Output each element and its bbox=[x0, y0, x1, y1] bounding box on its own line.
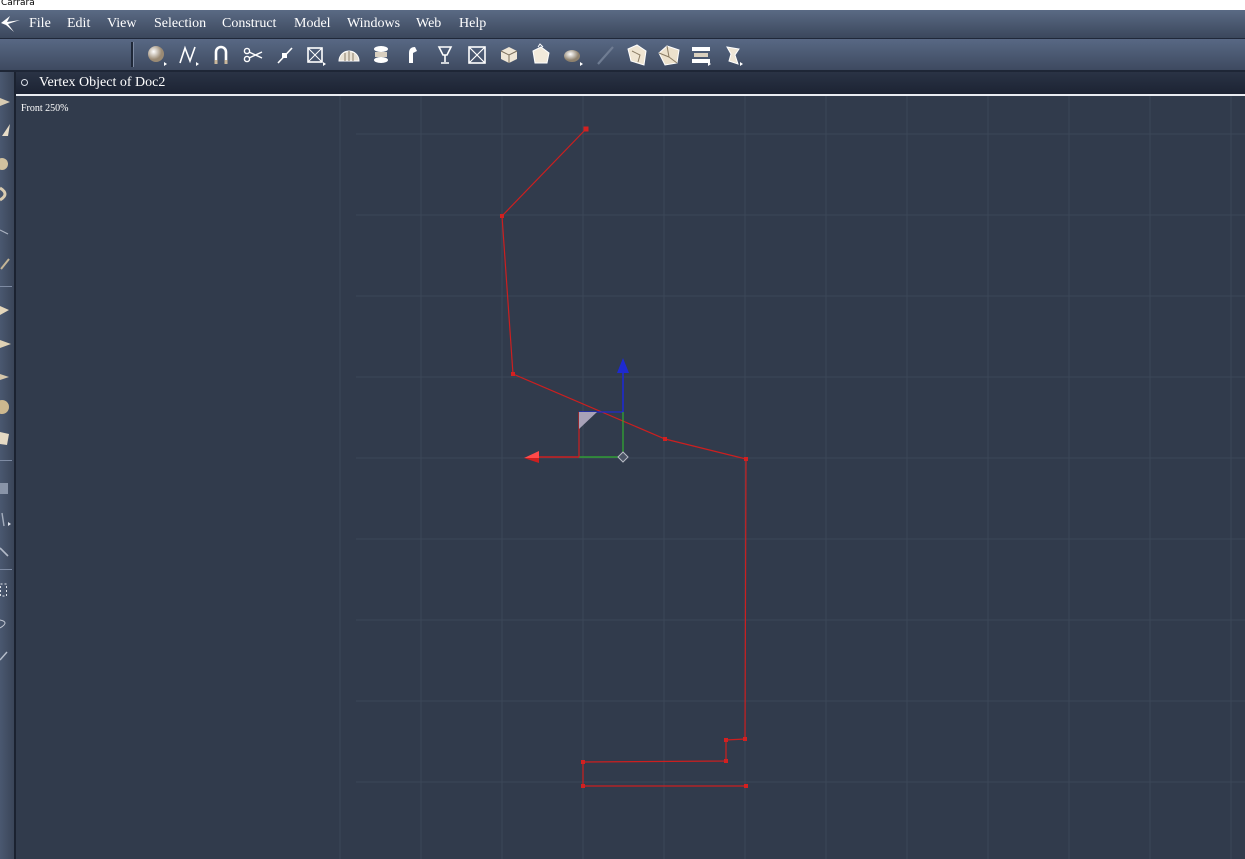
left-strip-separator bbox=[0, 569, 12, 570]
pointer-tool-icon[interactable] bbox=[0, 224, 12, 240]
sphere-tool-icon[interactable] bbox=[0, 398, 12, 414]
vertex[interactable] bbox=[744, 457, 748, 461]
vertex[interactable] bbox=[511, 372, 515, 376]
document-window-title-bar[interactable]: Vertex Object of Doc2 bbox=[16, 72, 1245, 96]
left-strip-separator bbox=[0, 460, 12, 461]
os-title-text: Carrara bbox=[1, 0, 35, 8]
gizmo-plane-handle[interactable] bbox=[579, 412, 597, 429]
gizmo-center-handle-icon[interactable] bbox=[617, 451, 629, 463]
menu-view[interactable]: View bbox=[107, 16, 136, 32]
scale-tool-icon[interactable] bbox=[0, 156, 12, 172]
spline-icon[interactable] bbox=[177, 43, 201, 67]
vertex[interactable] bbox=[581, 760, 585, 764]
taper-tool-icon[interactable] bbox=[0, 368, 12, 384]
light-tool-icon[interactable] bbox=[0, 512, 12, 528]
shear-tool-icon[interactable] bbox=[0, 336, 12, 352]
scissors-icon[interactable] bbox=[241, 43, 265, 67]
camera-tool-icon[interactable] bbox=[0, 480, 12, 496]
sphere-brush-icon[interactable] bbox=[561, 43, 585, 67]
menu-bar: File Edit View Selection Construct Model… bbox=[0, 10, 1245, 39]
vertex[interactable] bbox=[583, 126, 589, 132]
goblet-icon[interactable] bbox=[433, 43, 457, 67]
twist-tool-icon[interactable] bbox=[0, 186, 12, 202]
bend-tool-icon[interactable] bbox=[0, 302, 12, 318]
brush-select-icon[interactable] bbox=[0, 646, 12, 662]
z-axis-arrow-icon[interactable] bbox=[617, 358, 629, 373]
menu-web[interactable]: Web bbox=[416, 16, 441, 32]
box-primitive-icon[interactable] bbox=[304, 43, 328, 67]
lasso-select-icon[interactable] bbox=[0, 616, 12, 632]
lathe-icon[interactable] bbox=[369, 43, 393, 67]
vertex[interactable] bbox=[663, 437, 667, 441]
modeling-toolbar bbox=[0, 39, 1245, 72]
move-tool-icon[interactable] bbox=[0, 94, 12, 110]
left-tool-strip bbox=[0, 72, 16, 859]
shape-tool-4-icon[interactable] bbox=[721, 43, 745, 67]
paint-tool-icon[interactable] bbox=[0, 430, 12, 446]
vertex[interactable] bbox=[724, 738, 728, 742]
fill-icon[interactable] bbox=[529, 43, 553, 67]
vertex[interactable] bbox=[724, 759, 728, 763]
extrude-block-icon[interactable] bbox=[497, 43, 521, 67]
sphere-primitive-icon[interactable] bbox=[145, 43, 169, 67]
carrara-app-window: Carrara File Edit View Selection Constru… bbox=[0, 0, 1245, 859]
x-axis-arrow-highlight bbox=[524, 451, 539, 458]
os-title-bar: Carrara bbox=[0, 0, 1245, 10]
menu-windows[interactable]: Windows bbox=[347, 16, 400, 32]
pencil-icon[interactable] bbox=[593, 43, 617, 67]
vertex[interactable] bbox=[500, 214, 504, 218]
rotate-tool-icon[interactable] bbox=[0, 122, 12, 138]
dome-icon[interactable] bbox=[337, 43, 361, 67]
sweep-icon[interactable] bbox=[401, 43, 425, 67]
eyedropper-tool-icon[interactable] bbox=[0, 255, 12, 271]
vertex[interactable] bbox=[743, 737, 747, 741]
carrara-logo-icon[interactable] bbox=[0, 12, 22, 34]
menu-edit[interactable]: Edit bbox=[67, 16, 90, 32]
vertex-pen-icon[interactable] bbox=[273, 43, 297, 67]
vertex[interactable] bbox=[581, 784, 585, 788]
marquee-select-icon[interactable] bbox=[0, 582, 12, 598]
toolbar-separator bbox=[131, 42, 134, 67]
zoom-tool-icon[interactable] bbox=[0, 542, 12, 558]
transform-gizmo[interactable] bbox=[524, 358, 629, 463]
menu-model[interactable]: Model bbox=[294, 16, 331, 32]
vertex[interactable] bbox=[744, 784, 748, 788]
viewport-canvas[interactable] bbox=[16, 96, 1245, 859]
menu-help[interactable]: Help bbox=[459, 16, 486, 32]
left-strip-separator bbox=[0, 286, 12, 287]
front-viewport[interactable]: Front 250% bbox=[16, 96, 1245, 859]
window-bullet-icon[interactable] bbox=[21, 79, 28, 86]
menu-file[interactable]: File bbox=[29, 16, 51, 32]
grid bbox=[339, 96, 1245, 859]
magnet-icon[interactable] bbox=[209, 43, 233, 67]
document-title: Vertex Object of Doc2 bbox=[39, 75, 166, 90]
menu-selection[interactable]: Selection bbox=[154, 16, 206, 32]
shape-tool-3-icon[interactable] bbox=[689, 43, 713, 67]
flatten-icon[interactable] bbox=[465, 43, 489, 67]
shape-tool-2-icon[interactable] bbox=[657, 43, 681, 67]
shape-tool-1-icon[interactable] bbox=[625, 43, 649, 67]
menu-construct[interactable]: Construct bbox=[222, 16, 276, 32]
